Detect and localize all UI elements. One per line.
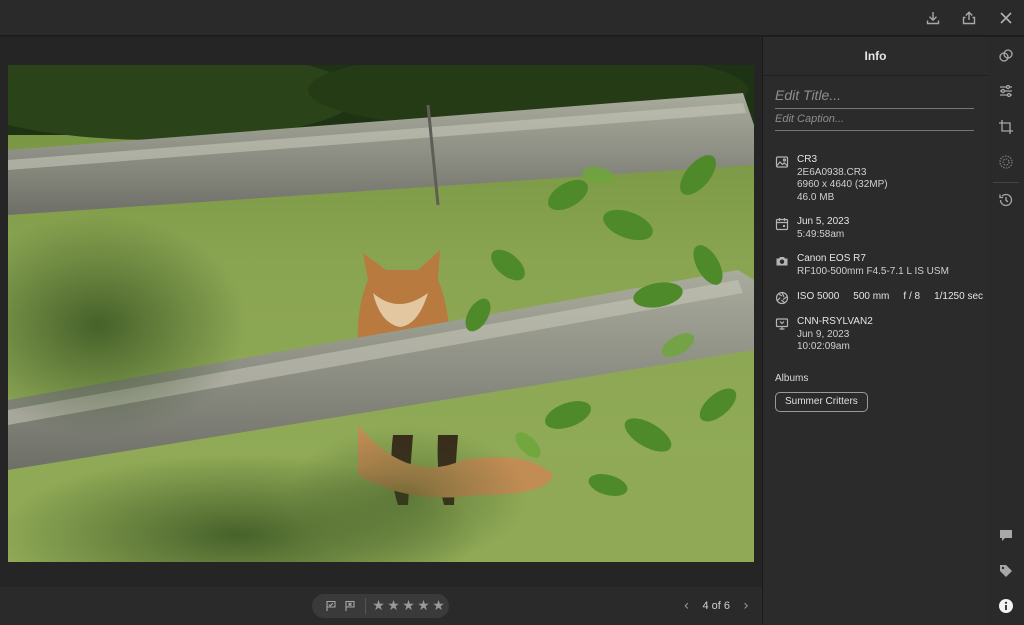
exposure-aperture: f / 8 bbox=[903, 291, 921, 302]
previous-photo-icon[interactable]: ‹ bbox=[680, 598, 692, 614]
photo-count: 4 of 6 bbox=[702, 600, 730, 612]
crop-icon[interactable] bbox=[996, 117, 1016, 137]
albums-label: Albums bbox=[775, 373, 809, 384]
next-photo-icon[interactable]: › bbox=[740, 598, 752, 614]
pick-flag-icon[interactable] bbox=[322, 597, 340, 615]
adjust-sliders-icon[interactable] bbox=[996, 81, 1016, 101]
star-1-icon[interactable]: ★ bbox=[371, 599, 386, 613]
edit-presets-icon[interactable] bbox=[996, 46, 1016, 66]
versions-history-icon[interactable] bbox=[996, 190, 1016, 210]
share-icon[interactable] bbox=[959, 8, 979, 28]
camera-icon bbox=[775, 254, 789, 268]
exposure-focal-length: 500 mm bbox=[853, 291, 890, 302]
bottom-toolbar: ★ ★ ★ ★ ★ ‹ 4 of 6 › bbox=[0, 587, 762, 625]
aperture-icon bbox=[775, 291, 789, 305]
file-size: 46.0 MB bbox=[797, 191, 835, 203]
image-file-icon bbox=[775, 155, 789, 169]
right-tool-rail bbox=[988, 37, 1024, 625]
import-date: Jun 9, 2023 bbox=[797, 328, 850, 340]
file-name: 2E6A0938.CR3 bbox=[797, 166, 867, 178]
camera-info: Canon EOS R7 RF100-500mm F4.5-7.1 L IS U… bbox=[775, 253, 985, 278]
star-3-icon[interactable]: ★ bbox=[401, 599, 416, 613]
import-device: CNN-RSYLVAN2 bbox=[797, 316, 873, 327]
device-import-icon bbox=[775, 317, 789, 331]
fox-photo[interactable] bbox=[8, 65, 754, 562]
camera-body: Canon EOS R7 bbox=[797, 253, 866, 264]
photo-pager: ‹ 4 of 6 › bbox=[680, 598, 752, 614]
file-dimensions: 6960 x 4640 (32MP) bbox=[797, 179, 888, 190]
close-icon[interactable] bbox=[996, 8, 1016, 28]
reject-flag-icon[interactable] bbox=[341, 597, 359, 615]
info-panel: Info Edit Title... Edit Caption... CR3 2… bbox=[762, 37, 988, 625]
capture-time: 5:49:58am bbox=[797, 228, 845, 240]
star-2-icon[interactable]: ★ bbox=[386, 599, 401, 613]
edit-caption-field[interactable]: Edit Caption... bbox=[775, 111, 974, 131]
keyword-tag-icon[interactable] bbox=[996, 561, 1016, 581]
star-5-icon[interactable]: ★ bbox=[431, 599, 446, 613]
pill-divider bbox=[365, 598, 366, 614]
calendar-icon bbox=[775, 217, 789, 231]
info-icon[interactable] bbox=[996, 596, 1016, 616]
edit-title-field[interactable]: Edit Title... bbox=[775, 87, 974, 109]
download-icon[interactable] bbox=[923, 8, 943, 28]
exposure-shutter: 1/1250 sec bbox=[934, 291, 984, 302]
exposure-info: ISO 5000 500 mm f / 8 1/1250 sec bbox=[775, 290, 985, 305]
flag-rating-pill: ★ ★ ★ ★ ★ bbox=[312, 594, 449, 618]
import-time: 10:02:09am bbox=[797, 341, 850, 352]
file-info: CR3 2E6A0938.CR3 6960 x 4640 (32MP) 46.0… bbox=[775, 154, 985, 204]
capture-date: Jun 5, 2023 bbox=[797, 216, 850, 227]
top-toolbar bbox=[0, 0, 1024, 36]
comment-icon[interactable] bbox=[996, 525, 1016, 545]
file-format: CR3 bbox=[797, 154, 818, 165]
capture-date-info: Jun 5, 2023 5:49:58am bbox=[775, 216, 985, 241]
rail-divider bbox=[993, 182, 1019, 183]
import-info: CNN-RSYLVAN2 Jun 9, 2023 10:02:09am bbox=[775, 316, 985, 354]
album-chip[interactable]: Summer Critters bbox=[775, 392, 868, 412]
camera-lens: RF100-500mm F4.5-7.1 L IS USM bbox=[797, 265, 949, 277]
photo-viewer bbox=[0, 37, 762, 587]
star-4-icon[interactable]: ★ bbox=[416, 599, 431, 613]
info-panel-title: Info bbox=[763, 37, 988, 76]
masking-icon[interactable] bbox=[996, 152, 1016, 172]
exposure-iso: ISO 5000 bbox=[797, 291, 840, 302]
